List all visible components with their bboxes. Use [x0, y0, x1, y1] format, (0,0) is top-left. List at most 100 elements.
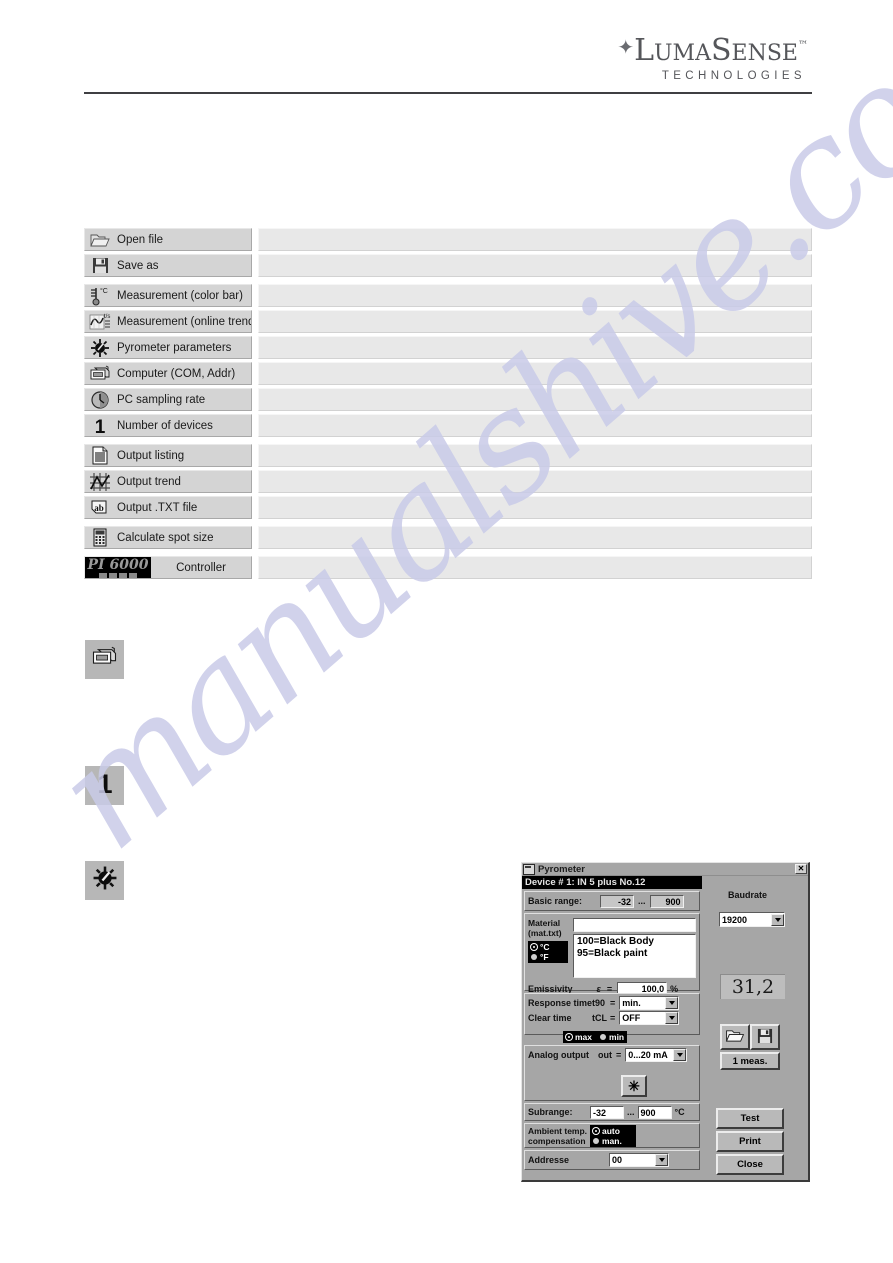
ambient-radio-group[interactable]: auto man. — [590, 1124, 636, 1147]
material-emissivity-panel: Material (mat.txt) °C °F 100=Black Body — [524, 913, 700, 995]
menu-item-label: Measurement (color bar) — [117, 289, 243, 302]
unit-radio-fahrenheit[interactable]: °F — [531, 952, 565, 962]
trend-chart-icon: t/s — [87, 311, 113, 332]
menu-row-pc-sampling-rate[interactable]: PC sampling rate — [84, 388, 812, 411]
test-button-label: Test — [740, 1113, 760, 1124]
menu-cell-label[interactable]: t/s Measurement (online trend) — [84, 310, 252, 333]
measure-button[interactable]: 1 meas. — [720, 1052, 780, 1070]
open-file-button[interactable] — [720, 1024, 750, 1050]
menu-cell-label[interactable]: Pyrometer parameters — [84, 336, 252, 359]
menu-row-measurement-online-trend[interactable]: t/s Measurement (online trend) — [84, 310, 812, 333]
subrange-max-input[interactable]: 900 — [637, 1105, 672, 1119]
chevron-down-icon[interactable] — [665, 997, 679, 1009]
menu-row-output-txt-file[interactable]: ab Output .TXT file — [84, 496, 812, 519]
chevron-down-icon[interactable] — [665, 1012, 679, 1024]
pi6000-badge: PI 6000 — [85, 557, 151, 578]
menu-cell-label[interactable]: 1 Number of devices — [84, 414, 252, 437]
svg-text:t/s: t/s — [104, 314, 110, 320]
open-folder-icon — [725, 1028, 745, 1046]
computer-icon — [91, 646, 118, 673]
menu-cell-label[interactable]: PI 6000 Controller — [84, 556, 252, 579]
menu-cell-label[interactable]: Output trend — [84, 470, 252, 493]
menu-cell-description — [258, 336, 812, 359]
menu-row-output-listing[interactable]: Output listing — [84, 444, 812, 467]
emissivity-symbol: ε — [596, 983, 601, 994]
floppy-disk-icon — [757, 1028, 773, 1047]
basic-range-panel: Basic range: -32 ... 900 — [524, 891, 700, 911]
baudrate-select[interactable]: 19200 — [719, 912, 785, 927]
window-menu-icon[interactable] — [523, 863, 535, 875]
analog-output-select[interactable]: 0...20 mA — [625, 1048, 688, 1062]
clear-time-select[interactable]: OFF — [619, 1011, 680, 1025]
ambient-radio-auto[interactable]: auto — [593, 1126, 633, 1136]
emissivity-unit: % — [670, 983, 679, 994]
close-icon[interactable]: ✕ — [795, 864, 807, 874]
maxmin-radio-min[interactable]: min — [600, 1032, 624, 1042]
close-button[interactable]: Close — [716, 1154, 784, 1175]
menu-cell-label[interactable]: Output listing — [84, 444, 252, 467]
unit-radio-celsius[interactable]: °C — [531, 942, 565, 952]
response-time-label: Response time — [528, 998, 593, 1008]
chevron-down-icon[interactable] — [771, 913, 784, 926]
logo-letters-ense: ENSE — [731, 41, 798, 66]
baudrate-label: Baudrate — [728, 890, 768, 900]
svg-text:1: 1 — [95, 417, 106, 436]
chevron-down-icon[interactable] — [673, 1049, 687, 1061]
chevron-down-icon[interactable] — [655, 1154, 669, 1166]
ambient-man-label: man. — [602, 1135, 622, 1146]
menu-cell-label[interactable]: °C Measurement (color bar) — [84, 284, 252, 307]
address-select[interactable]: 00 — [609, 1153, 670, 1167]
material-listbox[interactable]: 100=Black Body 95=Black paint — [573, 934, 696, 978]
test-button[interactable]: Test — [716, 1108, 784, 1129]
basic-range-max-field: 900 — [649, 894, 684, 908]
menu-row-controller[interactable]: PI 6000 Controller — [84, 556, 812, 579]
unit-radio-group[interactable]: °C °F — [528, 941, 568, 963]
menu-item-label: Computer (COM, Addr) — [117, 367, 236, 380]
menu-item-label: Pyrometer parameters — [117, 341, 232, 354]
unit-celsius-label: °C — [540, 942, 550, 952]
clear-time-equals: = — [610, 1013, 616, 1023]
ambient-label-line1: Ambient temp. — [528, 1125, 588, 1136]
menu-row-calculate-spot-size[interactable]: Calculate spot size — [84, 526, 812, 549]
sun-gear-icon — [87, 337, 113, 358]
grid-trend-icon — [87, 471, 113, 492]
laser-button[interactable]: ✳ — [621, 1075, 647, 1097]
menu-cell-description — [258, 556, 812, 579]
maxmin-radio-max[interactable]: max — [566, 1032, 592, 1042]
menu-cell-label[interactable]: ab Output .TXT file — [84, 496, 252, 519]
menu-cell-label[interactable]: Calculate spot size — [84, 526, 252, 549]
dialog-titlebar[interactable]: Pyrometer ✕ — [522, 863, 808, 876]
save-file-button[interactable] — [750, 1024, 780, 1050]
analog-output-symbol: out — [598, 1050, 612, 1060]
menu-row-pyrometer-parameters[interactable]: Pyrometer parameters — [84, 336, 812, 359]
menu-cell-label[interactable]: Open file — [84, 228, 252, 251]
header-divider — [84, 92, 812, 94]
menu-row-open-file[interactable]: Open file — [84, 228, 812, 251]
response-time-select[interactable]: min. — [619, 996, 680, 1010]
subrange-min-input[interactable]: -32 — [590, 1105, 624, 1119]
menu-row-output-trend[interactable]: Output trend — [84, 470, 812, 493]
maxmin-radio-group[interactable]: max min — [563, 1031, 628, 1043]
laser-icon: ✳ — [628, 1077, 640, 1094]
menu-cell-label[interactable]: Computer (COM, Addr) — [84, 362, 252, 385]
material-list-item[interactable]: 95=Black paint — [577, 948, 692, 960]
document-list-icon — [87, 445, 113, 466]
ambient-radio-man[interactable]: man. — [593, 1136, 633, 1146]
material-input[interactable] — [573, 918, 696, 932]
emissivity-equals: = — [606, 983, 613, 994]
menu-cell-description — [258, 228, 812, 251]
baudrate-value: 19200 — [722, 914, 748, 925]
menu-cell-description — [258, 496, 812, 519]
print-button[interactable]: Print — [716, 1131, 784, 1152]
menu-row-save-as[interactable]: Save as — [84, 254, 812, 277]
menu-row-computer-com-addr[interactable]: Computer (COM, Addr) — [84, 362, 812, 385]
menu-item-label: Output .TXT file — [117, 501, 198, 514]
material-list-item[interactable]: 100=Black Body — [577, 936, 692, 948]
menu-item-label: Output listing — [117, 449, 185, 462]
open-folder-icon — [87, 229, 113, 250]
menu-cell-label[interactable]: Save as — [84, 254, 252, 277]
menu-row-number-of-devices[interactable]: 1 Number of devices — [84, 414, 812, 437]
response-time-equals: = — [610, 998, 616, 1008]
menu-row-measurement-color-bar[interactable]: °C Measurement (color bar) — [84, 284, 812, 307]
menu-cell-label[interactable]: PC sampling rate — [84, 388, 252, 411]
